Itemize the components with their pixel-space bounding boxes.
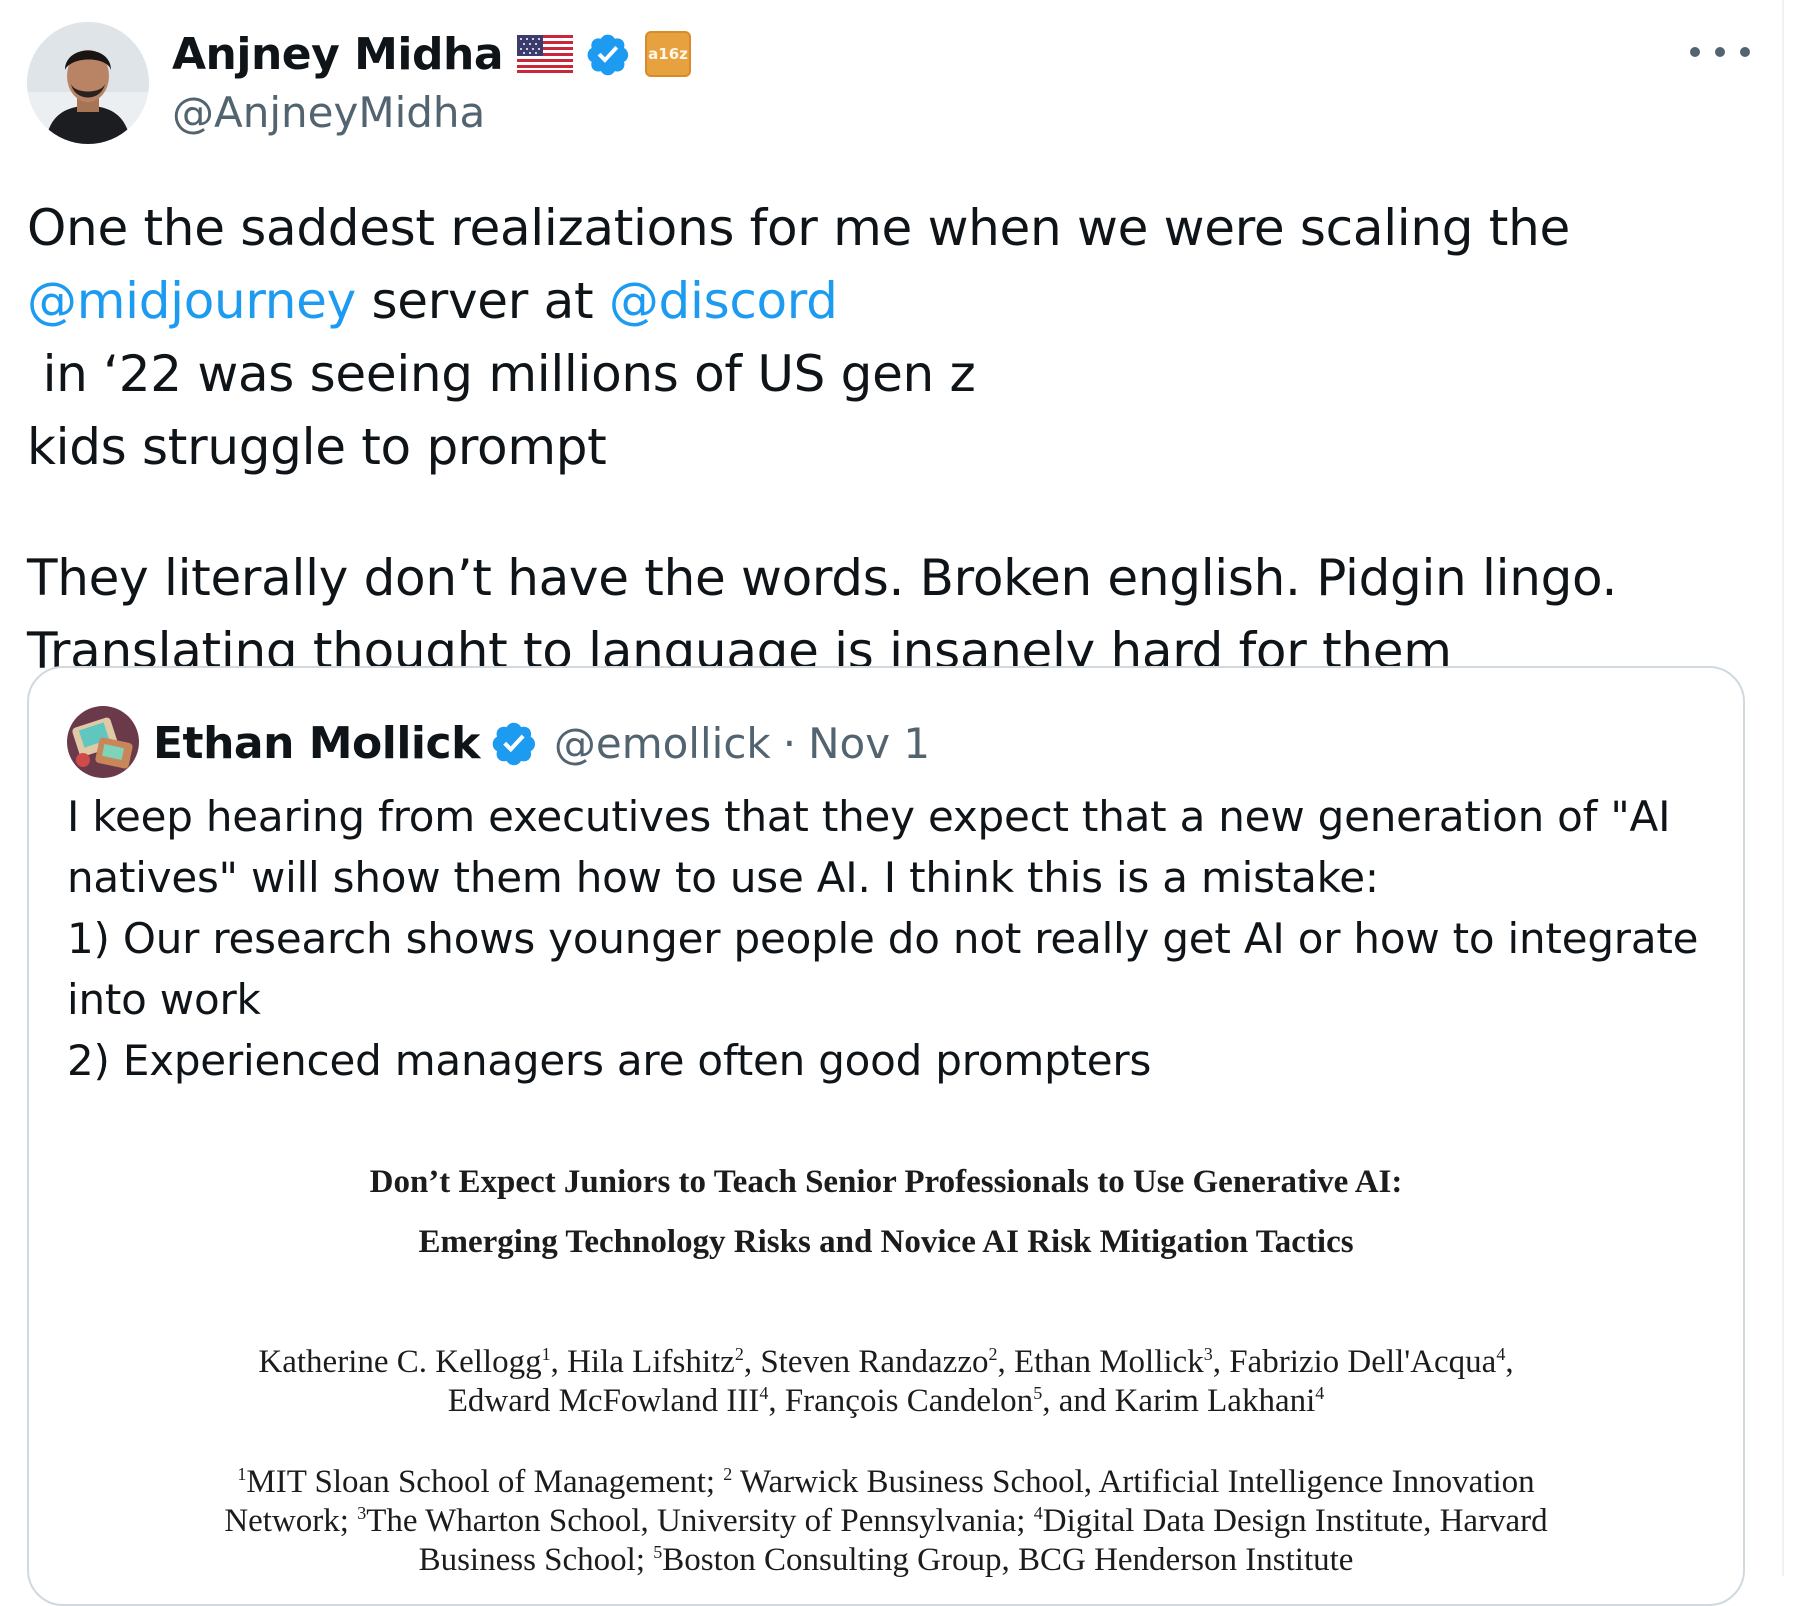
- author-sup: 3: [1203, 1344, 1213, 1364]
- affil-text: Warwick Business School, Artificial Inte…: [732, 1464, 1535, 1500]
- paper-title-line: Don’t Expect Juniors to Teach Senior Pro…: [369, 1164, 1403, 1200]
- affil-sup: 4: [1033, 1503, 1043, 1523]
- tweet-text-span: server at: [355, 272, 609, 330]
- affil-text: Business School;: [418, 1542, 654, 1578]
- affiliate-label: a16z: [648, 45, 688, 63]
- author-text: , Steven Randazzo: [743, 1344, 989, 1380]
- author-sup: 4: [1315, 1383, 1325, 1403]
- author-text: , Ethan Mollick: [997, 1344, 1204, 1380]
- author-handle[interactable]: @AnjneyMidha: [172, 88, 485, 137]
- author-sup: 2: [734, 1344, 744, 1364]
- affil-text: Boston Consulting Group, BCG Henderson I…: [662, 1542, 1354, 1578]
- more-dot: [1715, 47, 1725, 57]
- affil-text: Digital Data Design Institute, Harvard: [1042, 1503, 1548, 1539]
- author-text: , François Candelon: [768, 1383, 1034, 1419]
- author-name[interactable]: Anjney Midha: [172, 29, 504, 80]
- author-text: Katherine C. Kellogg: [258, 1344, 542, 1380]
- affil-text: The Wharton School, University of Pennsy…: [366, 1503, 1034, 1539]
- quoted-line: natives" will show them how to use AI. I…: [67, 853, 1379, 902]
- quoted-line: into work: [67, 975, 261, 1024]
- paper-affiliation-line: Business School; 5Boston Consulting Grou…: [29, 1542, 1743, 1579]
- paper-authors-line: Edward McFowland III4, François Candelon…: [29, 1383, 1743, 1420]
- quoted-timestamp[interactable]: Nov 1: [808, 719, 930, 768]
- quoted-author-handle[interactable]: @emollick: [554, 719, 771, 768]
- column-divider: [1782, 0, 1784, 1576]
- quoted-tweet-text: I keep hearing from executives that they…: [67, 786, 1707, 1091]
- us-flag-icon: [517, 35, 574, 73]
- paper-preview-image[interactable]: Don’t Expect Juniors to Teach Senior Pro…: [29, 1128, 1743, 1604]
- paper-title-line: Emerging Technology Risks and Novice AI …: [418, 1224, 1354, 1260]
- tweet-text-span: in ‘22 was seeing millions of US gen z: [27, 345, 976, 403]
- author-text: Edward McFowland III: [447, 1383, 760, 1419]
- affil-text: MIT Sloan School of Management;: [246, 1464, 724, 1500]
- tweet-line: kids struggle to prompt: [27, 418, 607, 476]
- verified-badge-icon: [492, 722, 535, 766]
- author-sup: 5: [1033, 1383, 1043, 1403]
- quoted-author-avatar[interactable]: [67, 706, 139, 778]
- tweet-line: One the saddest realizations for me when…: [27, 199, 1570, 257]
- paper-authors-line: Katherine C. Kellogg1, Hila Lifshitz2, S…: [29, 1344, 1743, 1381]
- author-sup: 1: [541, 1344, 551, 1364]
- affil-sup: 3: [357, 1503, 367, 1523]
- author-sup: 4: [1496, 1344, 1506, 1364]
- more-dot: [1690, 47, 1700, 57]
- quoted-line: I keep hearing from executives that they…: [67, 792, 1671, 841]
- paper-affiliation-line: Network; 3The Wharton School, University…: [29, 1503, 1743, 1540]
- verified-badge-icon[interactable]: [585, 31, 631, 77]
- paper-authors: Katherine C. Kellogg1, Hila Lifshitz2, S…: [29, 1344, 1743, 1420]
- tweet-line: They literally don’t have the words. Bro…: [27, 549, 1618, 607]
- author-avatar[interactable]: [27, 22, 149, 144]
- author-text: ,: [1505, 1344, 1514, 1380]
- more-options-icon[interactable]: [1690, 32, 1750, 72]
- quoted-header: Ethan Mollick @emollick · Nov 1: [153, 708, 930, 778]
- author-sup: 4: [759, 1383, 769, 1403]
- affil-text: Network;: [224, 1503, 358, 1539]
- tweet-text: One the saddest realizations for me when…: [27, 192, 1747, 688]
- quoted-line: 1) Our research shows younger people do …: [67, 914, 1699, 963]
- quoted-tweet-card[interactable]: Ethan Mollick @emollick · Nov 1 I keep h…: [27, 666, 1745, 1606]
- author-text: , Hila Lifshitz: [550, 1344, 735, 1380]
- quoted-line: 2) Experienced managers are often good p…: [67, 1036, 1152, 1085]
- a16z-affiliate-icon[interactable]: a16z: [645, 31, 692, 77]
- mention-link[interactable]: @midjourney: [27, 272, 356, 330]
- paper-affiliations: 1MIT Sloan School of Management; 2 Warwi…: [29, 1464, 1743, 1579]
- author-name-row: Anjney Midha a16z: [172, 24, 692, 84]
- author-text: , Fabrizio Dell'Acqua: [1212, 1344, 1497, 1380]
- author-text: , and Karim Lakhani: [1042, 1383, 1316, 1419]
- paper-affiliation-line: 1MIT Sloan School of Management; 2 Warwi…: [29, 1464, 1743, 1501]
- affil-sup: 2: [723, 1464, 733, 1484]
- mention-link[interactable]: @discord: [609, 272, 838, 330]
- meta-separator: ·: [782, 718, 797, 768]
- tweet-line: @midjourney server at @discord in ‘22 wa…: [27, 265, 1747, 411]
- more-dot: [1740, 47, 1750, 57]
- quoted-author-name[interactable]: Ethan Mollick: [153, 718, 480, 769]
- affil-sup: 5: [653, 1542, 663, 1562]
